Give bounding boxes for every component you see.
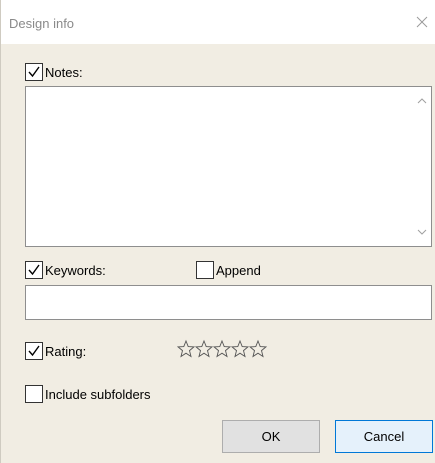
- ok-button[interactable]: OK: [222, 420, 320, 453]
- scroll-down-button[interactable]: [416, 226, 428, 238]
- notes-checkbox-row[interactable]: Notes:: [25, 62, 83, 82]
- append-checkbox-row[interactable]: Append: [196, 260, 261, 280]
- notes-checkbox[interactable]: [25, 63, 43, 81]
- keywords-label: Keywords:: [45, 262, 106, 278]
- star-icon[interactable]: [195, 339, 213, 359]
- notes-textarea[interactable]: [25, 86, 432, 247]
- star-icon[interactable]: [249, 339, 267, 359]
- include-subfolders-label: Include subfolders: [45, 386, 151, 402]
- star-icon[interactable]: [177, 339, 195, 359]
- close-icon: [416, 16, 428, 28]
- cancel-button[interactable]: Cancel: [335, 420, 433, 453]
- chevron-up-icon: [417, 98, 427, 104]
- append-label: Append: [216, 262, 261, 278]
- chevron-down-icon: [417, 229, 427, 235]
- title-bar: Design info: [1, 0, 435, 44]
- close-button[interactable]: [408, 8, 435, 36]
- include-subfolders-row[interactable]: Include subfolders: [25, 384, 151, 404]
- append-checkbox[interactable]: [196, 261, 214, 279]
- keywords-input[interactable]: [25, 285, 432, 320]
- star-icon[interactable]: [213, 339, 231, 359]
- keywords-checkbox-row[interactable]: Keywords:: [25, 260, 106, 280]
- rating-label: Rating:: [45, 343, 87, 359]
- rating-checkbox[interactable]: [25, 342, 43, 360]
- dialog-title: Design info: [9, 16, 75, 31]
- star-icon[interactable]: [231, 339, 249, 359]
- notes-label: Notes:: [45, 64, 83, 80]
- notes-scrollbar[interactable]: [413, 87, 431, 246]
- include-subfolders-checkbox[interactable]: [25, 385, 43, 403]
- keywords-checkbox[interactable]: [25, 261, 43, 279]
- design-info-dialog: Design info Notes: Keywords: Append Rati…: [0, 0, 435, 463]
- scroll-up-button[interactable]: [416, 95, 428, 107]
- checkmark-icon: [28, 264, 40, 276]
- rating-checkbox-row[interactable]: Rating:: [25, 341, 86, 361]
- checkmark-icon: [28, 345, 40, 357]
- checkmark-icon: [28, 66, 40, 78]
- rating-stars[interactable]: [177, 339, 267, 359]
